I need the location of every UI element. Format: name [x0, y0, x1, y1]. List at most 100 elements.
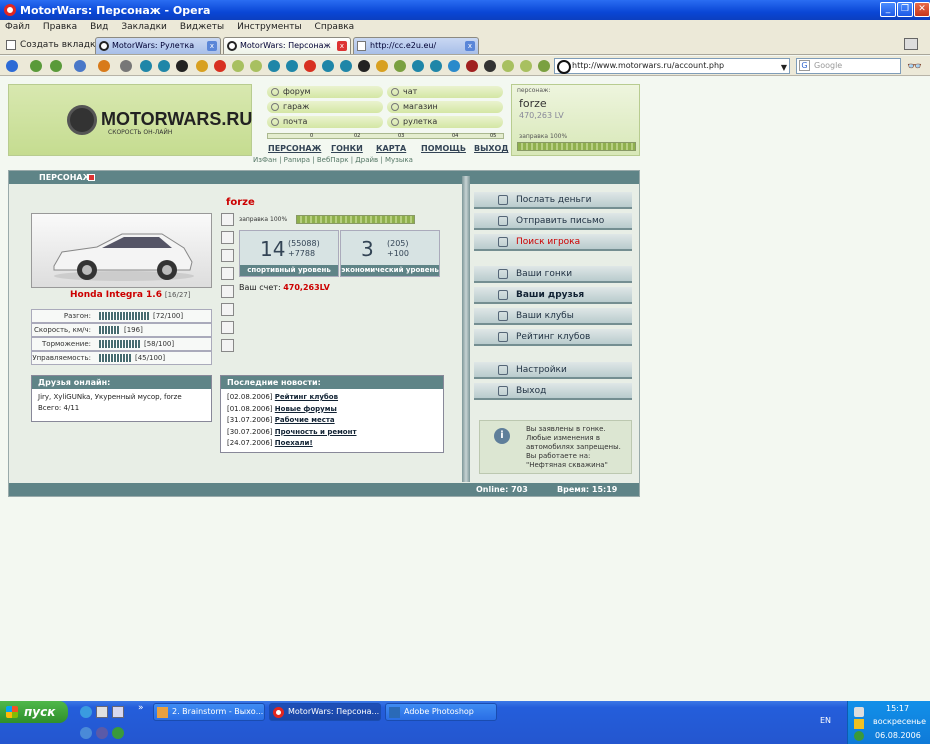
- bookmark-icon[interactable]: [502, 60, 514, 72]
- tab-cc-e2u[interactable]: http://cc.e2u.eu/x: [353, 37, 479, 54]
- bookmark-icon[interactable]: [520, 60, 532, 72]
- start-button[interactable]: пуск: [0, 701, 68, 723]
- phone-icon[interactable]: [221, 231, 234, 244]
- menu-help[interactable]: Справка: [315, 20, 355, 35]
- bookmark-icon[interactable]: [196, 60, 208, 72]
- club-rating-button[interactable]: Рейтинг клубов: [474, 329, 632, 346]
- close-button[interactable]: ✕: [914, 2, 930, 17]
- reload-icon[interactable]: [74, 60, 86, 72]
- nav-map[interactable]: КАРТА: [376, 144, 406, 153]
- close-tab-icon[interactable]: x: [465, 41, 475, 51]
- quicklaunch-icon[interactable]: [96, 727, 108, 739]
- home-icon[interactable]: [98, 60, 110, 72]
- bookmark-icon[interactable]: [286, 60, 298, 72]
- bookmark-icon[interactable]: [394, 60, 406, 72]
- send-letter-button[interactable]: Отправить письмо: [474, 213, 632, 230]
- glasses-icon[interactable]: 👓: [907, 59, 922, 73]
- your-clubs-button[interactable]: Ваши клубы: [474, 308, 632, 325]
- close-tab-icon[interactable]: x: [337, 41, 347, 51]
- site-logo[interactable]: MOTORWARS.RU СКОРОСТЬ ОН-ЛАЙН: [8, 84, 252, 156]
- logout-button[interactable]: Выход: [474, 383, 632, 400]
- garage-icon[interactable]: [221, 213, 234, 226]
- search-input[interactable]: G Google: [796, 58, 901, 74]
- chevron-right-icon[interactable]: »: [138, 703, 144, 713]
- shop-button[interactable]: магазин: [387, 101, 503, 113]
- partner-links[interactable]: ИзФан | Рапира | ВебПарк | Драйв | Музык…: [253, 156, 413, 164]
- task-motorwars[interactable]: MotorWars: Персона...: [269, 703, 381, 721]
- security-icon[interactable]: [854, 731, 864, 741]
- task-photoshop[interactable]: Adobe Photoshop: [385, 703, 497, 721]
- friends-list[interactable]: Jiry, XyliGUNka, Укуренный мусор, forze: [38, 393, 182, 401]
- quicklaunch-icon[interactable]: [80, 727, 92, 739]
- language-indicator[interactable]: EN: [820, 716, 831, 725]
- engine-icon[interactable]: [221, 303, 234, 316]
- internet-explorer-icon[interactable]: [80, 706, 92, 718]
- nav-help[interactable]: ПОМОЩЬ: [421, 144, 466, 153]
- bookmark-icon[interactable]: [538, 60, 550, 72]
- edit-icon[interactable]: [120, 60, 132, 72]
- fuel-icon[interactable]: [221, 339, 234, 352]
- back-icon[interactable]: [6, 60, 18, 72]
- task-brainstorm[interactable]: 2. Brainstorm - Выхо...: [153, 703, 265, 721]
- warning-icon[interactable]: [854, 719, 864, 729]
- quicklaunch-icon[interactable]: [112, 727, 124, 739]
- network-icon[interactable]: [854, 707, 864, 717]
- bookmark-icon[interactable]: [484, 60, 496, 72]
- bookmark-icon[interactable]: [376, 60, 388, 72]
- nav-races[interactable]: ГОНКИ: [331, 144, 363, 153]
- menu-edit[interactable]: Правка: [43, 20, 77, 35]
- bookmark-icon[interactable]: [232, 60, 244, 72]
- tab-roulette[interactable]: MotorWars: Рулетка x: [95, 37, 221, 54]
- car-title[interactable]: Honda Integra 1.6 [16/27]: [70, 290, 190, 300]
- chat-button[interactable]: чат: [387, 86, 503, 98]
- find-player-button[interactable]: Поиск игрока: [474, 234, 632, 251]
- mail-button[interactable]: почта: [267, 116, 383, 128]
- bookmark-icon[interactable]: [412, 60, 424, 72]
- address-field[interactable]: http://www.motorwars.ru/account.php ▼: [554, 58, 790, 74]
- menu-file[interactable]: Файл: [5, 20, 30, 35]
- menu-widgets[interactable]: Виджеты: [180, 20, 224, 35]
- roulette-button[interactable]: рулетка: [387, 116, 503, 128]
- forward-icon[interactable]: [50, 60, 62, 72]
- trash-icon[interactable]: [904, 38, 918, 50]
- wheel-icon[interactable]: [221, 267, 234, 280]
- quicklaunch-icon[interactable]: [112, 706, 124, 718]
- nav-exit[interactable]: ВЫХОД: [474, 144, 508, 153]
- menu-tools[interactable]: Инструменты: [237, 20, 301, 35]
- bookmark-icon[interactable]: [250, 60, 262, 72]
- bookmark-icon[interactable]: [322, 60, 334, 72]
- close-tab-icon[interactable]: x: [207, 41, 217, 51]
- bookmark-icon[interactable]: [304, 60, 316, 72]
- car-image[interactable]: [31, 213, 212, 288]
- rewind-icon[interactable]: [30, 60, 42, 72]
- send-money-button[interactable]: Послать деньги: [474, 192, 632, 209]
- bookmark-icon[interactable]: [358, 60, 370, 72]
- desktop-icon[interactable]: [96, 706, 108, 718]
- bookmark-icon[interactable]: [430, 60, 442, 72]
- new-tab-button[interactable]: Создать вкладку: [4, 38, 101, 52]
- menu-bookmarks[interactable]: Закладки: [121, 20, 167, 35]
- your-races-button[interactable]: Ваши гонки: [474, 266, 632, 283]
- chevron-down-icon[interactable]: ▼: [781, 61, 787, 75]
- tab-character[interactable]: MotorWars: Персонаж x: [223, 37, 351, 54]
- clock-time[interactable]: 15:17: [886, 704, 909, 713]
- garage-button[interactable]: гараж: [267, 101, 383, 113]
- player-name[interactable]: forze: [226, 197, 255, 208]
- bookmark-icon[interactable]: [340, 60, 352, 72]
- settings-icon[interactable]: [221, 321, 234, 334]
- maximize-button[interactable]: ❐: [897, 2, 913, 17]
- your-friends-button[interactable]: Ваши друзья: [474, 287, 632, 304]
- bookmark-icon[interactable]: [176, 60, 188, 72]
- menu-view[interactable]: Вид: [90, 20, 108, 35]
- settings-button[interactable]: Настройки: [474, 362, 632, 379]
- bookmark-icon[interactable]: [466, 60, 478, 72]
- minimize-button[interactable]: _: [880, 2, 896, 17]
- forum-button[interactable]: форум: [267, 86, 383, 98]
- bookmark-icon[interactable]: [448, 60, 460, 72]
- bookmark-icon[interactable]: [268, 60, 280, 72]
- yandex-icon[interactable]: [214, 60, 226, 72]
- car-icon[interactable]: [221, 249, 234, 262]
- bookmark-icon[interactable]: [140, 60, 152, 72]
- bookmark-icon[interactable]: [158, 60, 170, 72]
- tools-icon[interactable]: [221, 285, 234, 298]
